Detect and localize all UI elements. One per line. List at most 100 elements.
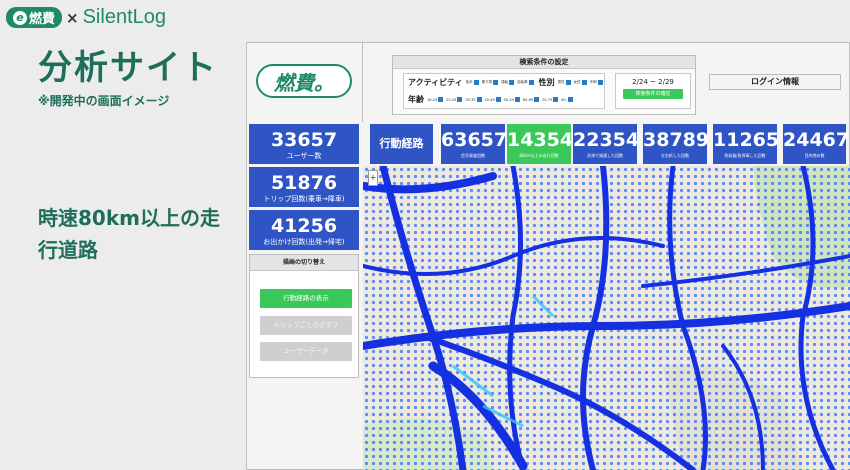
stat-value: 41256 <box>270 215 338 237</box>
option-label: 乗り物 <box>481 80 493 84</box>
partner-brand-name: SilentLog <box>82 6 166 28</box>
checkbox-icon <box>534 97 540 102</box>
activity-option[interactable]: 自転車 <box>517 80 534 85</box>
stat-label: ユーザー数 <box>286 152 322 160</box>
option-label: 運転 <box>501 80 509 84</box>
search-conditions-panel: 検索条件の設定 アクティビティ 徒歩 乗り物 運転 自転車 性別 男性 女性 不… <box>392 55 696 115</box>
option-label: 20-29 <box>446 97 457 102</box>
age-label: 年齢 <box>408 95 424 104</box>
stat-card-trips: 51876 トリップ回数(乗車→降車) <box>249 167 359 207</box>
checkbox-icon <box>597 80 603 85</box>
route-map-canvas[interactable] <box>363 166 850 470</box>
option-label: 40-49 <box>484 97 495 102</box>
app-logo-text: 燃費。 <box>274 70 334 95</box>
activity-option[interactable]: 徒歩 <box>466 80 479 85</box>
option-label: 不明 <box>589 80 597 84</box>
metric-turns[interactable]: 38789 左右折した回数 <box>643 124 709 164</box>
brand-logo-text: 燃費 <box>29 12 56 27</box>
option-label: 男性 <box>557 80 565 84</box>
option-label: 30-39 <box>465 97 476 102</box>
option-label: 80- <box>561 97 567 102</box>
e-logo-icon: e <box>13 10 27 25</box>
age-option[interactable]: 40-49 <box>485 97 501 102</box>
metric-value: 11265 <box>713 129 780 151</box>
checkbox-icon <box>457 97 463 102</box>
metric-value: 14354 <box>507 129 574 151</box>
activity-filter-row: アクティビティ 徒歩 乗り物 運転 自転車 性別 男性 女性 不明 <box>408 77 603 88</box>
option-label: 70-79 <box>542 97 553 102</box>
stat-value: 33657 <box>270 129 338 151</box>
gender-option[interactable]: 女性 <box>574 80 587 85</box>
checkbox-icon <box>495 97 501 102</box>
option-label: 女性 <box>573 80 581 84</box>
metric-value: 24467 <box>783 129 850 151</box>
gender-label: 性別 <box>538 78 555 87</box>
checkbox-icon <box>473 80 479 85</box>
user-data-button[interactable]: ユーザーデータ <box>260 342 352 361</box>
age-option[interactable]: 30-39 <box>465 97 482 102</box>
option-label: 60-69 <box>522 97 534 102</box>
checkbox-icon <box>438 97 444 102</box>
slide-brand-header: e 燃費 × SilentLog <box>6 6 166 29</box>
age-option[interactable]: 80- <box>561 97 573 102</box>
search-panel-title: 検索条件の設定 <box>393 56 695 69</box>
metric-congestion-slowdown[interactable]: 22354 渋滞で減速した回数 <box>573 124 639 164</box>
checkbox-icon <box>567 97 573 102</box>
slide-caption: 時速80km以上の走行道路 <box>38 206 220 262</box>
checkbox-icon <box>509 80 515 85</box>
nenpi-brand-logo: e 燃費 <box>6 7 63 28</box>
login-info-button[interactable]: ログイン情報 <box>709 74 841 90</box>
metrics-label: 行動経路 <box>370 124 433 164</box>
age-option[interactable]: 50-59 <box>504 97 520 102</box>
show-routes-button[interactable]: 行動経路の表示 <box>260 289 352 308</box>
age-option[interactable]: 60-69 <box>522 97 540 102</box>
gender-option[interactable]: 不明 <box>590 80 603 85</box>
view-switch-panel: 描画の切り替え 行動経路の表示 トリップごとのグラフ ユーザーデータ <box>249 254 359 378</box>
activity-label: アクティビティ <box>408 78 463 87</box>
map-zoom-control[interactable]: + <box>368 170 378 186</box>
checkbox-icon <box>493 80 499 85</box>
trip-graph-button[interactable]: トリップごとのグラフ <box>260 316 352 335</box>
metric-sudden-start-stop[interactable]: 11265 急発進/急停車した回数 <box>713 124 780 164</box>
stat-card-outings: 41256 お出かけ回数(出発→帰宅) <box>249 210 359 250</box>
header-divider <box>362 42 363 122</box>
age-option[interactable]: 20-29 <box>446 97 463 102</box>
checkbox-icon <box>514 97 520 102</box>
option-label: 徒歩 <box>465 80 473 84</box>
route-map[interactable] <box>363 166 850 470</box>
filter-frame: アクティビティ 徒歩 乗り物 運転 自転車 性別 男性 女性 不明 年齢 18-… <box>403 73 605 109</box>
brand-separator: × <box>66 8 79 27</box>
confirm-search-button[interactable]: 検索条件の確定 <box>623 89 683 99</box>
stat-card-users: 33657 ユーザー数 <box>249 124 359 164</box>
slide-note: ※開発中の画面イメージ <box>38 94 170 108</box>
switch-panel-title: 描画の切り替え <box>250 255 358 271</box>
checkbox-icon <box>476 97 482 102</box>
checkbox-icon <box>553 97 559 102</box>
metric-label: 渋滞で減速した回数 <box>587 153 623 158</box>
option-label: 50-59 <box>503 97 514 102</box>
metric-label: 80km以上の走行回数 <box>519 153 559 158</box>
age-filter-row: 年齢 18-19 20-29 30-39 40-49 50-59 60-69 7… <box>408 94 573 105</box>
metric-label: 急発進/急停車した回数 <box>724 153 766 158</box>
age-option[interactable]: 70-79 <box>542 97 559 102</box>
metric-label: 信号発進回数 <box>461 153 485 158</box>
stat-value: 51876 <box>270 172 338 194</box>
stat-label: トリップ回数(乗車→降車) <box>263 195 345 203</box>
activity-option[interactable]: 乗り物 <box>482 80 499 85</box>
option-label: 自転車 <box>517 80 528 84</box>
stat-label: お出かけ回数(出発→帰宅) <box>263 238 345 246</box>
checkbox-icon <box>565 80 571 85</box>
date-range[interactable]: 2/24 ~ 2/29 <box>616 78 690 86</box>
gender-option[interactable]: 男性 <box>558 80 571 85</box>
metric-label: 左右折した回数 <box>661 153 689 158</box>
metric-value: 63657 <box>441 129 508 151</box>
slide-title: 分析サイト <box>38 48 218 88</box>
option-label: 18-19 <box>427 97 438 102</box>
activity-option[interactable]: 運転 <box>501 80 515 85</box>
metric-over-80kmh[interactable]: 14354 80km以上の走行回数 <box>507 124 574 164</box>
date-range-frame: 2/24 ~ 2/29 検索条件の確定 <box>615 73 691 109</box>
metric-destinations[interactable]: 24467 目的地の数 <box>783 124 850 164</box>
age-option[interactable]: 18-19 <box>427 97 444 102</box>
checkbox-icon <box>528 80 534 85</box>
metric-signal-starts[interactable]: 63657 信号発進回数 <box>441 124 508 164</box>
